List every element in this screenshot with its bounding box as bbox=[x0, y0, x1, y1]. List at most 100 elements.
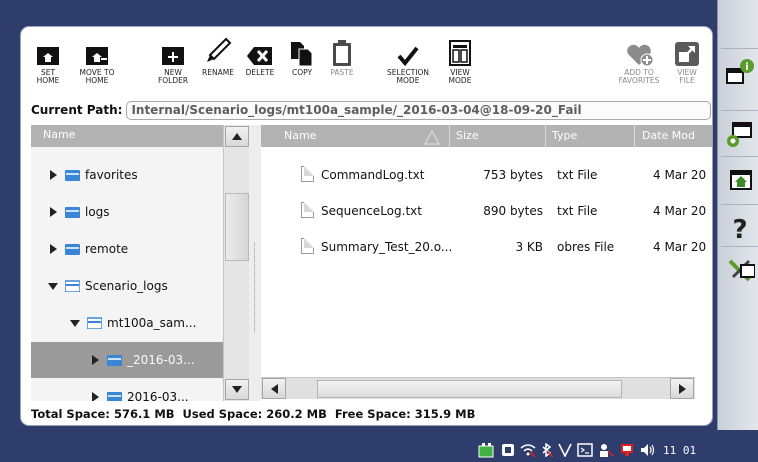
tree-item-label: favorites bbox=[85, 168, 138, 182]
clock: 11 01 bbox=[663, 443, 697, 457]
column-header-type[interactable]: Type bbox=[552, 129, 577, 142]
total-space-label: Total Space: bbox=[31, 407, 110, 421]
checkmark-icon bbox=[397, 46, 419, 67]
scroll-up-button[interactable] bbox=[225, 126, 249, 147]
scroll-left-button[interactable] bbox=[262, 378, 286, 399]
tools-button[interactable] bbox=[721, 246, 758, 292]
view-file-button[interactable]: VIEW FILE bbox=[663, 37, 711, 93]
volume-icon[interactable] bbox=[640, 443, 656, 457]
collapse-arrow-icon[interactable] bbox=[70, 319, 80, 327]
terminal-icon[interactable] bbox=[577, 443, 593, 457]
file-type: obres File bbox=[557, 240, 615, 254]
current-path-label: Current Path: bbox=[31, 103, 123, 117]
tree-item-2016-03-selected[interactable]: _2016-03... bbox=[31, 342, 223, 378]
svg-text:?: ? bbox=[732, 215, 747, 243]
sort-ascending-icon bbox=[424, 130, 440, 145]
view-mode-icon bbox=[449, 40, 471, 66]
selection-mode-button[interactable]: SELECTION MODE bbox=[384, 37, 432, 93]
current-path-row: Current Path: Internal/Scenario_logs/mt1… bbox=[31, 100, 711, 120]
file-list: Name Size Type Date Mod CommandLog.txt 7… bbox=[261, 125, 712, 401]
network-icon[interactable] bbox=[501, 443, 515, 457]
new-folder-button[interactable]: NEW FOLDER bbox=[149, 37, 197, 93]
expand-arrow-icon[interactable] bbox=[91, 355, 99, 365]
add-to-favorites-button[interactable]: ADD TO FAVORITES bbox=[615, 37, 663, 93]
chevron-right-icon bbox=[678, 383, 686, 394]
wifi-icon[interactable] bbox=[520, 443, 536, 457]
hscroll-thumb[interactable] bbox=[317, 380, 622, 398]
expand-arrow-icon[interactable] bbox=[49, 207, 57, 217]
expand-arrow-icon[interactable] bbox=[49, 170, 57, 180]
paste-button[interactable]: PASTE bbox=[318, 37, 366, 93]
open-folder-icon bbox=[87, 317, 102, 329]
file-list-header: Name Size Type Date Mod bbox=[261, 125, 712, 147]
bluetooth-icon[interactable] bbox=[541, 443, 553, 457]
expand-arrow-icon[interactable] bbox=[91, 392, 99, 401]
tree-item-remote[interactable]: remote bbox=[31, 231, 223, 267]
collapse-arrow-icon[interactable] bbox=[48, 282, 58, 290]
rename-button[interactable]: RENAME bbox=[194, 37, 242, 93]
tree-item-scenario-logs[interactable]: Scenario_logs bbox=[31, 268, 223, 304]
v-icon[interactable] bbox=[558, 443, 572, 457]
battery-charging-icon[interactable] bbox=[478, 442, 496, 458]
pane-splitter[interactable] bbox=[249, 125, 261, 401]
delete-icon bbox=[247, 47, 272, 65]
column-header-date[interactable]: Date Mod bbox=[642, 129, 695, 142]
free-space-label: Free Space: bbox=[334, 407, 411, 421]
side-panel: i ? bbox=[717, 0, 758, 430]
file-row[interactable]: CommandLog.txt 753 bytes txt File 4 Mar … bbox=[261, 157, 712, 193]
scroll-right-button[interactable] bbox=[670, 378, 694, 399]
tree-scrollbar[interactable] bbox=[223, 125, 249, 401]
scroll-down-button[interactable] bbox=[225, 379, 249, 400]
tree-scroll-thumb[interactable] bbox=[225, 193, 249, 261]
free-space-value: 315.9 MB bbox=[414, 407, 476, 421]
tree-item-2016-03[interactable]: 2016-03... bbox=[31, 379, 223, 401]
copy-icon bbox=[291, 42, 313, 67]
file-date: 4 Mar 20 bbox=[653, 168, 707, 182]
delete-button[interactable]: DELETE bbox=[236, 37, 284, 93]
svg-text:i: i bbox=[745, 62, 748, 73]
file-size: 890 bytes bbox=[483, 204, 543, 218]
file-list-hscrollbar[interactable] bbox=[261, 377, 695, 399]
view-mode-button[interactable]: VIEW MODE bbox=[436, 37, 484, 93]
window-home-button[interactable] bbox=[721, 156, 758, 202]
selection-mode-label: SELECTION MODE bbox=[387, 68, 429, 85]
tree-item-logs[interactable]: logs bbox=[31, 194, 223, 230]
view-mode-label: VIEW MODE bbox=[448, 68, 472, 85]
set-home-button[interactable]: SET HOME bbox=[24, 37, 72, 93]
new-folder-label: NEW FOLDER bbox=[157, 68, 189, 85]
tree-item-mt100a-sample[interactable]: mt100a_sam... bbox=[31, 305, 223, 341]
window-settings-button[interactable] bbox=[721, 110, 758, 156]
tree-item-label: _2016-03... bbox=[127, 353, 195, 367]
view-file-icon bbox=[675, 42, 699, 66]
move-to-home-button[interactable]: MOVE TO HOME bbox=[73, 37, 121, 93]
set-home-label: SET HOME bbox=[36, 68, 60, 85]
toolbar: SET HOME MOVE TO HOME NEW FOLDER RENAME bbox=[21, 27, 712, 97]
column-header-name[interactable]: Name bbox=[284, 129, 316, 142]
person-icon[interactable] bbox=[598, 443, 614, 457]
folder-icon bbox=[65, 170, 80, 181]
tree-header-name[interactable]: Name bbox=[31, 125, 223, 147]
help-button[interactable]: ? bbox=[721, 204, 758, 250]
file-name: SequenceLog.txt bbox=[321, 204, 422, 218]
file-manager-window: SET HOME MOVE TO HOME NEW FOLDER RENAME bbox=[20, 26, 713, 426]
window-info-button[interactable]: i bbox=[721, 48, 758, 94]
tree-item-favorites[interactable]: favorites bbox=[31, 157, 223, 193]
file-name: CommandLog.txt bbox=[321, 168, 425, 182]
tree-item-label: Scenario_logs bbox=[85, 279, 168, 293]
rename-label: RENAME bbox=[202, 68, 234, 77]
file-date: 4 Mar 20 bbox=[653, 240, 707, 254]
tools-icon bbox=[728, 259, 755, 281]
screen-icon[interactable] bbox=[619, 443, 635, 457]
text-file-icon bbox=[301, 238, 314, 254]
folder-icon bbox=[107, 355, 122, 366]
expand-arrow-icon[interactable] bbox=[49, 244, 57, 254]
current-path-field[interactable]: Internal/Scenario_logs/mt100a_sample/_20… bbox=[126, 100, 711, 120]
column-header-size[interactable]: Size bbox=[456, 129, 479, 142]
folder-icon bbox=[65, 207, 80, 218]
file-row[interactable]: Summary_Test_20.o... 3 KB obres File 4 M… bbox=[261, 229, 712, 265]
text-file-icon bbox=[301, 166, 314, 182]
delete-label: DELETE bbox=[245, 68, 275, 77]
view-file-label: VIEW FILE bbox=[677, 68, 697, 85]
file-row[interactable]: SequenceLog.txt 890 bytes txt File 4 Mar… bbox=[261, 193, 712, 229]
paste-clipboard-icon bbox=[333, 40, 351, 66]
